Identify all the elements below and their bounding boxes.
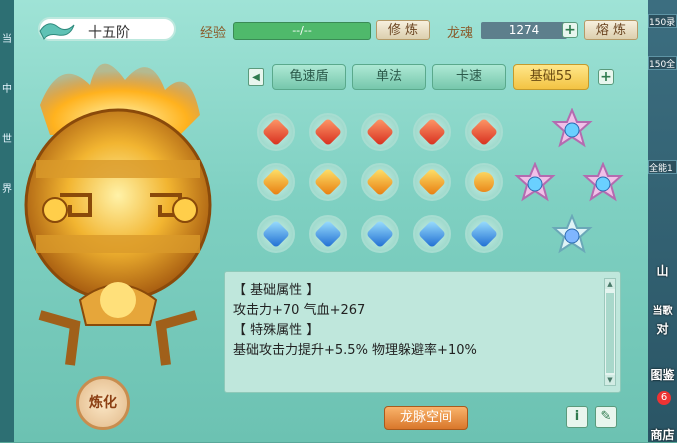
gem-slot[interactable] bbox=[257, 113, 295, 151]
side-map-label: 山 bbox=[656, 264, 669, 278]
blue-gem-icon bbox=[313, 219, 343, 249]
side-map-label: 当歌 bbox=[652, 306, 673, 317]
tab-preset-3[interactable]: 卡速 bbox=[432, 64, 506, 90]
gem-slot[interactable] bbox=[361, 113, 399, 151]
gem-slot[interactable] bbox=[309, 113, 347, 151]
special-attr-values: 基础攻击力提升+5.5% 物理躲避率+10% bbox=[233, 343, 477, 358]
add-tab-button[interactable]: + bbox=[598, 69, 614, 85]
scroll-up-arrow-icon[interactable]: ▲ bbox=[605, 279, 615, 289]
star-slot[interactable] bbox=[551, 108, 593, 150]
blue-gem-icon bbox=[469, 219, 499, 249]
orange-gem-icon bbox=[365, 167, 395, 197]
red-gem-icon bbox=[417, 117, 447, 147]
side-list-item[interactable]: 150录 bbox=[648, 14, 677, 28]
red-gem-icon bbox=[469, 117, 499, 147]
gem-slot[interactable] bbox=[413, 163, 451, 201]
red-gem-icon bbox=[261, 117, 291, 147]
gem-slot[interactable] bbox=[413, 215, 451, 253]
blue-gem-icon bbox=[365, 219, 395, 249]
edit-icon[interactable]: ✎ bbox=[595, 406, 617, 428]
blue-gem-icon bbox=[261, 219, 291, 249]
tab-preset-2[interactable]: 单法 bbox=[352, 64, 426, 90]
soul-value: 1274 bbox=[481, 22, 567, 39]
special-attr-title: 【 特殊属性 】 bbox=[233, 323, 320, 338]
exp-bar: --/-- bbox=[233, 22, 371, 40]
refine-button[interactable]: 炼化 bbox=[76, 376, 130, 430]
orange-gem-icon bbox=[417, 167, 447, 197]
tab-prev-button[interactable]: ◀ bbox=[248, 68, 264, 86]
side-list-item[interactable]: 全能1 bbox=[648, 160, 677, 174]
gem-slot[interactable] bbox=[465, 113, 503, 151]
star-slot[interactable] bbox=[514, 162, 556, 204]
guide-button[interactable]: 图鉴 bbox=[648, 366, 677, 383]
train-button[interactable]: 修 炼 bbox=[376, 20, 430, 40]
attribute-panel: 【 基础属性 】 攻击力+70 气血+267 【 特殊属性 】 基础攻击力提升+… bbox=[224, 271, 621, 393]
right-side-panel: 150录 150全 全能1 山 当歌 对 图鉴 商店 bbox=[648, 0, 677, 442]
gem-slot[interactable] bbox=[309, 163, 347, 201]
tab-preset-4[interactable]: 基础55 bbox=[513, 64, 589, 90]
dragon-cauldron-image bbox=[24, 63, 212, 366]
shop-notification-badge: 6 bbox=[657, 391, 671, 405]
gem-slot[interactable] bbox=[309, 215, 347, 253]
exp-label: 经验 bbox=[200, 26, 227, 41]
orange-gem-icon bbox=[261, 167, 291, 197]
rank-badge: 十五阶 bbox=[38, 17, 176, 41]
blue-gem-icon bbox=[417, 219, 447, 249]
side-map-label: 对 bbox=[656, 322, 669, 336]
shop-button[interactable]: 商店 bbox=[648, 426, 677, 443]
add-soul-button[interactable]: + bbox=[562, 22, 578, 38]
tab-preset-1[interactable]: 龟速盾 bbox=[272, 64, 346, 90]
rank-label: 十五阶 bbox=[88, 25, 130, 41]
red-gem-icon bbox=[313, 117, 343, 147]
scroll-down-arrow-icon[interactable]: ▼ bbox=[605, 375, 615, 385]
scroll-thumb[interactable] bbox=[606, 293, 614, 373]
dragon-icon bbox=[39, 23, 75, 40]
smelt-button[interactable]: 熔 炼 bbox=[584, 20, 638, 40]
orange-gem-icon bbox=[313, 167, 343, 197]
gem-slot[interactable] bbox=[465, 163, 503, 201]
gem-slot[interactable] bbox=[413, 113, 451, 151]
gem-slot[interactable] bbox=[465, 215, 503, 253]
star-slot[interactable] bbox=[582, 162, 624, 204]
info-button[interactable]: i bbox=[566, 406, 588, 428]
soul-label: 龙魂 bbox=[447, 26, 474, 41]
gem-slot[interactable] bbox=[257, 163, 295, 201]
gem-slot[interactable] bbox=[257, 215, 295, 253]
attribute-scrollbar[interactable]: ▲ ▼ bbox=[604, 278, 616, 386]
dragon-vein-space-button[interactable]: 龙脉空间 bbox=[384, 406, 468, 430]
star-slot[interactable] bbox=[551, 214, 593, 256]
gem-slot[interactable] bbox=[361, 163, 399, 201]
orange-gem-icon bbox=[469, 167, 499, 197]
base-attr-values: 攻击力+70 气血+267 bbox=[233, 303, 366, 318]
red-gem-icon bbox=[365, 117, 395, 147]
side-list-item[interactable]: 150全 bbox=[648, 56, 677, 70]
base-attr-title: 【 基础属性 】 bbox=[233, 283, 320, 298]
gem-slot[interactable] bbox=[361, 215, 399, 253]
